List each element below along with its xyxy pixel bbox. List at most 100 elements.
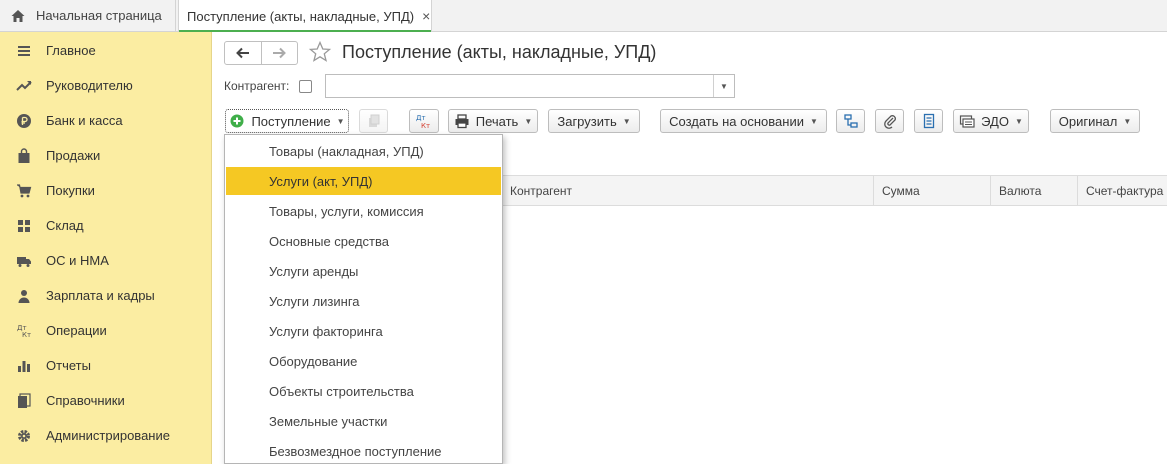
sidebar-item-bank[interactable]: Банк и касса: [0, 103, 212, 138]
sidebar-item-label: Администрирование: [46, 428, 170, 443]
copy-button[interactable]: [359, 109, 388, 133]
tab-receipts[interactable]: Поступление (акты, накладные, УПД) ×: [178, 0, 432, 32]
dt-kt-icon: ДтКт: [16, 323, 32, 339]
sidebar-item-label: Операции: [46, 323, 107, 338]
counterparty-input[interactable]: [325, 74, 735, 98]
person-icon: [16, 288, 32, 304]
sidebar-item-assets[interactable]: ОС и НМА: [0, 243, 212, 278]
sidebar-item-administration[interactable]: Администрирование: [0, 418, 212, 453]
menu-item-factoring-services[interactable]: Услуги факторинга: [226, 317, 501, 345]
gear-icon: [16, 428, 32, 444]
menu-item-free-receipt[interactable]: Безвозмездное поступление: [226, 437, 501, 463]
sidebar-item-label: Банк и касса: [46, 113, 123, 128]
chevron-down-icon: ▼: [1123, 116, 1132, 126]
printer-icon: [455, 114, 469, 129]
back-button[interactable]: [225, 42, 261, 64]
sidebar-item-label: ОС и НМА: [46, 253, 109, 268]
counterparty-dropdown-button[interactable]: ▼: [713, 75, 734, 97]
sidebar-item-sales[interactable]: Продажи: [0, 138, 212, 173]
create-based-on-button[interactable]: Создать на основании ▼: [660, 109, 827, 133]
chevron-down-icon: ▼: [809, 116, 818, 126]
tab-home-label: Начальная страница: [36, 8, 162, 23]
arrow-left-icon: [236, 47, 249, 59]
print-label: Печать: [475, 113, 519, 129]
tab-receipts-label: Поступление (акты, накладные, УПД): [187, 8, 415, 24]
chevron-down-icon: ▼: [524, 116, 533, 126]
load-button[interactable]: Загрузить ▼: [548, 109, 640, 133]
sidebar-item-references[interactable]: Справочники: [0, 383, 212, 418]
sidebar-item-label: Руководителю: [46, 78, 133, 93]
svg-text:Дт: Дт: [416, 114, 426, 122]
sidebar: Главное Руководителю Банк и касса Продаж…: [0, 32, 212, 464]
dt-kt-button[interactable]: Дт Кт: [409, 109, 439, 133]
counterparty-label: Контрагент:: [224, 79, 290, 93]
edo-icon: [960, 115, 975, 128]
sidebar-item-reports[interactable]: Отчеты: [0, 348, 212, 383]
menu-item-leasing-services[interactable]: Услуги лизинга: [226, 287, 501, 315]
sidebar-item-label: Справочники: [46, 393, 125, 408]
sidebar-item-warehouse[interactable]: Склад: [0, 208, 212, 243]
column-header-currency[interactable]: Валюта: [990, 176, 1077, 205]
bag-icon: [16, 147, 32, 164]
menu-item-land[interactable]: Земельные участки: [226, 407, 501, 435]
attach-button[interactable]: [875, 109, 904, 133]
home-icon: [10, 8, 26, 24]
add-circle-icon: [230, 114, 244, 128]
menu-item-fixed-assets[interactable]: Основные средства: [226, 227, 501, 255]
forward-button[interactable]: [260, 42, 297, 64]
warehouse-icon: [16, 218, 32, 234]
menu-item-equipment[interactable]: Оборудование: [226, 347, 501, 375]
structure-button[interactable]: [836, 109, 865, 133]
menu-item-goods-services-commission[interactable]: Товары, услуги, комиссия: [226, 197, 501, 225]
chevron-down-icon: ▼: [622, 116, 631, 126]
edo-button[interactable]: ЭДО ▼: [953, 109, 1029, 133]
arrow-right-icon: [273, 47, 287, 59]
close-icon[interactable]: ×: [422, 8, 430, 24]
tab-bar: Начальная страница Поступление (акты, на…: [0, 0, 1167, 32]
sidebar-item-manager[interactable]: Руководителю: [0, 68, 212, 103]
create-based-on-label: Создать на основании: [669, 113, 804, 129]
receipt-type-menu: Товары (накладная, УПД) Услуги (акт, УПД…: [224, 134, 503, 464]
column-header-sum[interactable]: Сумма: [873, 176, 990, 205]
copy-icon: [368, 114, 379, 127]
dt-kt-icon: ДтКт: [416, 114, 430, 129]
cart-icon: [16, 183, 32, 199]
menu-lines-icon: [16, 43, 32, 59]
sidebar-item-salary[interactable]: Зарплата и кадры: [0, 278, 212, 313]
bar-chart-icon: [16, 358, 32, 374]
sidebar-item-label: Зарплата и кадры: [46, 288, 155, 303]
chevron-down-icon: ▼: [720, 81, 728, 91]
load-label: Загрузить: [557, 113, 617, 129]
history-nav: [224, 41, 298, 65]
column-header-invoice[interactable]: Счет-фактура: [1077, 176, 1167, 205]
svg-text:Кт: Кт: [22, 331, 31, 339]
menu-item-construction[interactable]: Объекты строительства: [226, 377, 501, 405]
favorite-star-icon[interactable]: [308, 40, 332, 64]
hierarchy-icon: [843, 114, 858, 128]
edo-label: ЭДО: [981, 113, 1009, 129]
menu-item-goods[interactable]: Товары (накладная, УПД): [226, 137, 501, 165]
paperclip-icon: [883, 115, 896, 129]
sidebar-item-main[interactable]: Главное: [0, 33, 212, 68]
original-button[interactable]: Оригинал ▼: [1050, 109, 1140, 133]
sidebar-item-label: Покупки: [46, 183, 95, 198]
sidebar-item-operations[interactable]: Дт Кт Операции: [0, 313, 212, 348]
receipt-create-button[interactable]: Поступление ▼: [225, 109, 349, 133]
menu-item-rent-services[interactable]: Услуги аренды: [226, 257, 501, 285]
tab-home[interactable]: Начальная страница: [0, 0, 176, 31]
ruble-icon: [16, 113, 32, 129]
svg-text:Кт: Кт: [421, 122, 430, 129]
receipt-create-label: Поступление: [251, 113, 331, 129]
counterparty-checkbox[interactable]: [299, 80, 312, 93]
list-settings-button[interactable]: [914, 109, 943, 133]
sidebar-item-label: Продажи: [46, 148, 101, 163]
list-header: Контрагент Сумма Валюта Счет-фактура: [502, 175, 1167, 206]
truck-icon: [16, 253, 32, 269]
original-label: Оригинал: [1058, 113, 1118, 129]
books-icon: [16, 392, 32, 409]
print-button[interactable]: Печать ▼: [448, 109, 538, 133]
menu-item-services[interactable]: Услуги (акт, УПД): [226, 167, 501, 195]
page-title: Поступление (акты, накладные, УПД): [342, 42, 657, 62]
sidebar-item-purchases[interactable]: Покупки: [0, 173, 212, 208]
column-header-counterparty[interactable]: Контрагент: [502, 176, 873, 205]
